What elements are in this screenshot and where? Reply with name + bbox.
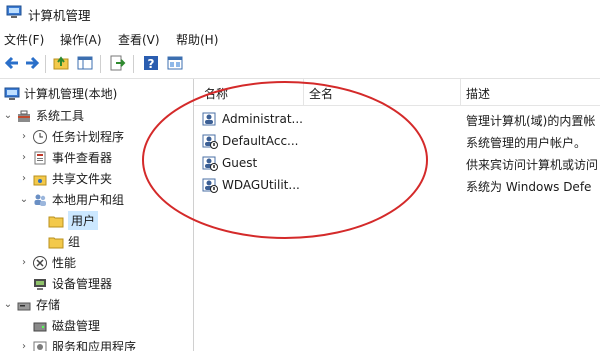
tree-item-label: 用户 [68,211,99,230]
users-group-icon [34,194,46,206]
tree-item-task-scheduler[interactable]: › 任务计划程序 [18,126,124,147]
menu-help[interactable]: 帮助(H) [176,31,218,48]
window-title: 计算机管理 [28,8,91,23]
tree-item-label: 任务计划程序 [52,130,125,144]
tree-item-storage[interactable]: ⌄ 存储 [2,294,60,315]
user-icon [202,112,216,126]
chevron-right-icon[interactable]: › [18,341,30,351]
computer-management-icon [4,87,20,100]
list-item[interactable]: Guest 供来宾访问计算机或访问 [194,153,600,174]
tree-item-device-manager[interactable]: 设备管理器 [30,273,112,294]
list-item[interactable]: DefaultAcc... 系统管理的用户帐户。 [194,131,600,152]
device-manager-icon [34,278,46,290]
disabled-user-icon [202,156,218,171]
tree-item-system-tools[interactable]: ⌄ 系统工具 [2,105,84,126]
services-icon [33,341,47,351]
user-description: 供来宾访问计算机或访问 [466,158,599,172]
tree-item-label: 系统工具 [36,109,85,123]
toolbox-icon [18,110,30,122]
tree-item-label: 设备管理器 [52,277,113,291]
disabled-user-icon [202,134,218,149]
folder-icon [48,237,64,248]
navigation-tree: 计算机管理(本地) ⌄ 系统工具 › 任务计划程序 › 事件查看器 › 共享文件… [0,79,194,351]
column-header-description[interactable]: 描述 [466,85,490,102]
tree-item-disk-management[interactable]: 磁盘管理 [30,315,100,336]
shared-folder-icon [33,175,47,185]
user-name: Administrat... [222,112,302,126]
computer-management-icon [6,5,22,18]
tree-item-label: 事件查看器 [52,151,113,165]
event-viewer-icon [34,151,46,164]
folder-icon [48,216,64,227]
user-description: 系统为 Windows Defe [466,180,592,194]
chevron-down-icon[interactable]: ⌄ [2,299,14,310]
list-item[interactable]: WDAGUtilit... 系统为 Windows Defe [194,175,600,196]
clock-icon [33,129,47,144]
forward-icon[interactable] [23,54,41,72]
performance-icon [33,255,47,270]
tree-item-local-users-groups[interactable]: ⌄ 本地用户和组 [18,189,124,210]
toolbar: ? [0,50,600,79]
user-description: 系统管理的用户帐户。 [466,136,587,150]
disabled-user-icon [202,178,218,193]
tree-item-label: 本地用户和组 [52,193,125,207]
list-item[interactable]: Administrat... 管理计算机(域)的内置帐 [194,109,600,130]
list-header: 名称 全名 描述 [194,79,600,106]
tree-item-groups[interactable]: 组 [46,231,80,252]
menu-bar: 文件(F) 操作(A) 查看(V) 帮助(H) [0,26,600,50]
tree-item-root[interactable]: 计算机管理(本地) [2,83,117,104]
menu-action[interactable]: 操作(A) [60,31,102,48]
menu-file[interactable]: 文件(F) [4,31,44,48]
chevron-right-icon[interactable]: › [18,131,30,142]
column-header-fullname[interactable]: 全名 [309,85,333,102]
user-name: Guest [222,156,258,170]
chevron-right-icon[interactable]: › [18,173,30,184]
column-header-name[interactable]: 名称 [204,85,228,102]
back-icon[interactable] [3,54,21,72]
tree-item-services-apps[interactable]: › 服务和应用程序 [18,336,136,351]
user-description: 管理计算机(域)的内置帐 [466,114,596,128]
tree-item-label: 性能 [52,256,77,270]
tree-item-users[interactable]: 用户 [46,210,99,231]
disk-icon [33,322,47,331]
show-hide-tree-icon[interactable] [76,54,94,72]
user-name: DefaultAcc... [222,134,299,148]
up-folder-icon[interactable] [52,54,70,72]
storage-icon [17,302,31,310]
user-list: 名称 全名 描述 Administrat... 管理计算机(域)的内置帐 Def… [194,79,600,351]
chevron-down-icon[interactable]: ⌄ [2,110,14,121]
tree-item-label: 共享文件夹 [52,172,113,186]
menu-view[interactable]: 查看(V) [118,31,160,48]
svg-text:?: ? [148,57,155,71]
chevron-down-icon[interactable]: ⌄ [18,194,30,205]
export-list-icon[interactable] [108,54,126,72]
chevron-right-icon[interactable]: › [18,257,30,268]
tree-item-event-viewer[interactable]: › 事件查看器 [18,147,112,168]
tree-item-label: 服务和应用程序 [52,340,137,351]
tree-item-label: 存储 [36,298,61,312]
tree-item-label: 组 [68,235,81,249]
tree-item-label: 磁盘管理 [52,319,101,333]
user-name: WDAGUtilit... [222,178,300,192]
tree-item-performance[interactable]: › 性能 [18,252,76,273]
tree-item-shared-folders[interactable]: › 共享文件夹 [18,168,112,189]
chevron-right-icon[interactable]: › [18,152,30,163]
tree-item-label: 计算机管理(本地) [24,87,118,101]
help-icon[interactable]: ? [142,54,160,72]
title-bar: 计算机管理 [0,0,600,26]
properties-icon[interactable] [166,54,184,72]
